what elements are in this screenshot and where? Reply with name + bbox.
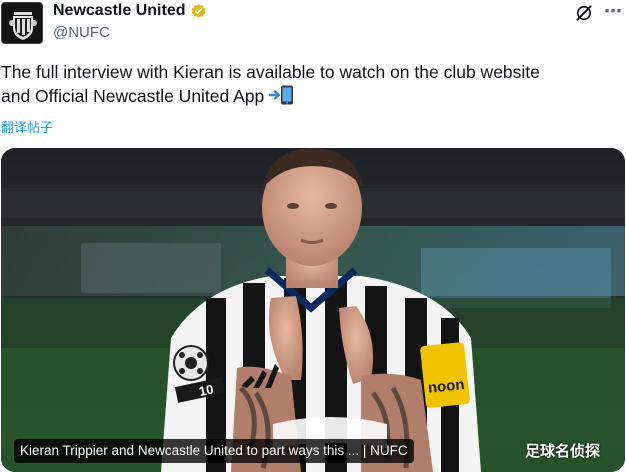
- post-text-line-1: The full interview with Kieran is availa…: [1, 62, 540, 82]
- mobile-phone-arrow-icon: [269, 85, 294, 105]
- name-row: Newcastle United: [53, 2, 207, 20]
- avatar[interactable]: [1, 2, 43, 44]
- translate-post-link[interactable]: 翻译帖子: [1, 117, 53, 136]
- post-text: The full interview with Kieran is availa…: [1, 60, 621, 108]
- display-name[interactable]: Newcastle United: [53, 2, 185, 20]
- user-handle[interactable]: @NUFC: [53, 24, 110, 41]
- post-header: Newcastle United @NUFC ⋯: [0, 0, 626, 48]
- post-text-line-2: and Official Newcastle United App: [1, 86, 265, 106]
- post-media-image[interactable]: noon 10: [1, 148, 625, 472]
- player-photo: noon 10: [1, 148, 625, 472]
- shirt-number: 10: [198, 381, 215, 399]
- more-options-icon[interactable]: ⋯: [604, 1, 623, 22]
- verified-badge-icon: [192, 3, 206, 18]
- newcastle-crest-icon: [2, 3, 42, 43]
- grok-icon[interactable]: [574, 3, 594, 23]
- media-caption[interactable]: Kieran Trippier and Newcastle United to …: [14, 439, 414, 463]
- watermark-text: 足球名侦探: [525, 442, 601, 460]
